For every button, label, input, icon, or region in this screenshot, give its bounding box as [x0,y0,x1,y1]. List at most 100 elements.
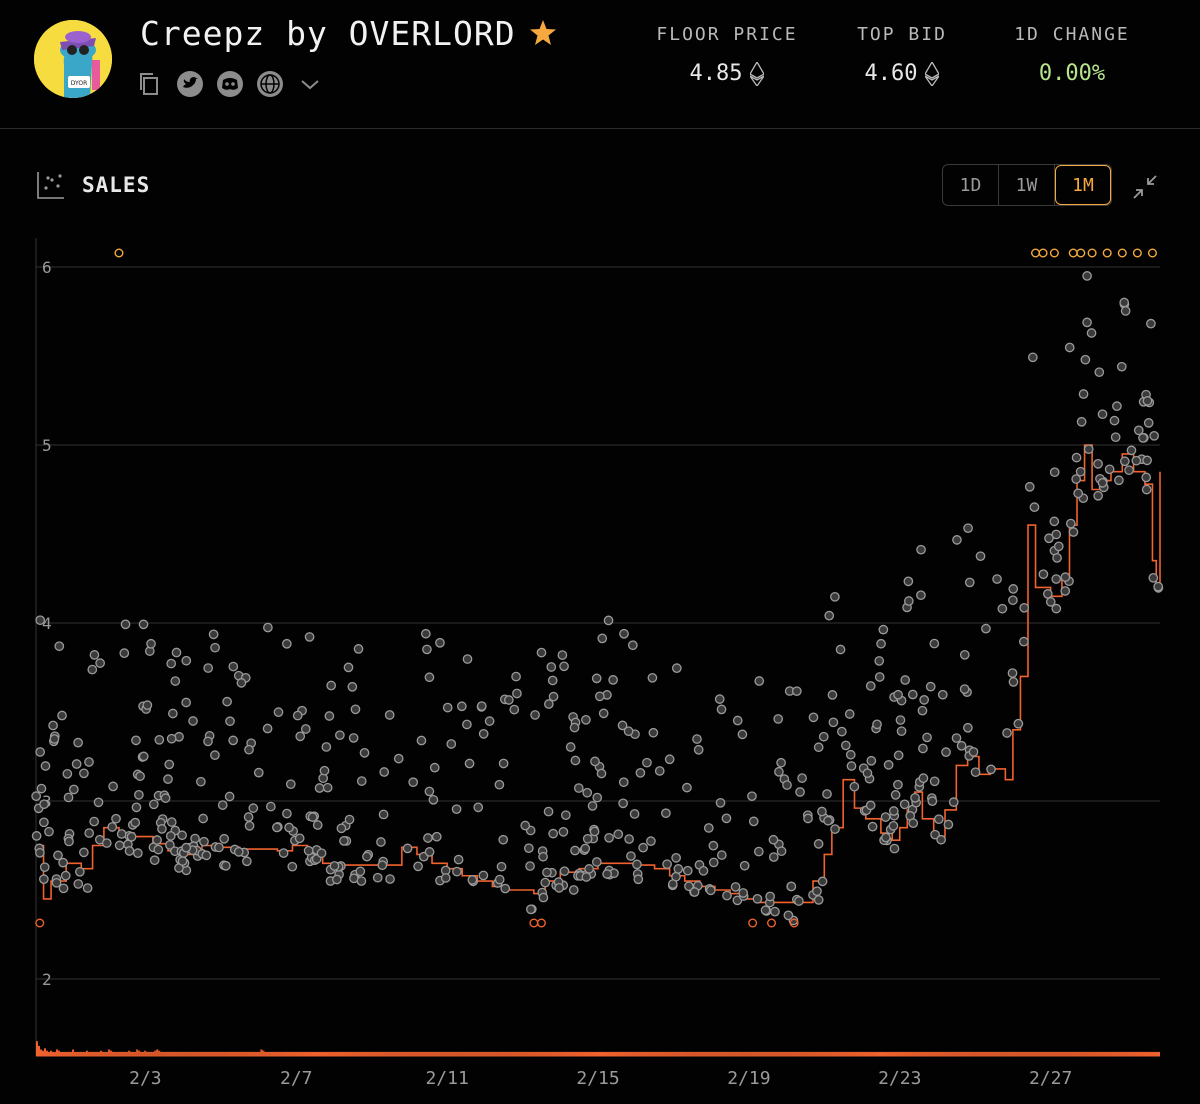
sale-point [795,787,805,797]
volume-bar [937,1051,940,1057]
volume-bar [412,1051,415,1057]
sale-point [523,843,534,854]
sale-point [916,544,926,555]
sale-point [917,705,928,716]
volume-bar [1037,1051,1040,1057]
sale-point [294,833,305,844]
volume-bar [200,1051,203,1057]
sale-point [69,784,79,795]
sale-point [111,813,121,824]
volume-bar [1101,1051,1104,1057]
sale-point [190,833,200,844]
volume-bar [166,1051,169,1057]
sale-point [635,767,646,778]
sale-point [376,837,386,847]
favorite-star-icon[interactable] [528,18,558,48]
sale-point [40,761,51,771]
sale-point [573,783,584,793]
x-tick-label: 2/3 [129,1068,162,1089]
sale-point [874,656,885,666]
volume-bar [452,1051,455,1057]
volume-bar [599,1051,602,1057]
sale-point [149,855,160,866]
chevron-down-icon[interactable] [296,70,324,98]
sale-point [329,861,340,871]
sale-point [671,663,682,674]
day-change-label: 1D CHANGE [1014,24,1130,45]
twitter-icon[interactable] [176,70,204,98]
volume-bar [909,1051,912,1057]
volume-bar [637,1051,640,1057]
volume-bar [496,1051,499,1057]
sale-point [287,861,298,872]
volume-bar [883,1051,886,1057]
volume-bar [64,1051,67,1057]
volume-bar [773,1051,776,1057]
sale-point [768,852,779,862]
sale-point [830,591,840,602]
collapse-icon[interactable] [1130,172,1160,202]
sale-point [896,726,907,737]
sale-point [737,729,748,740]
volume-bar [1139,1051,1142,1057]
sale-point [344,814,355,825]
sale-point [1080,354,1091,365]
collection-avatar[interactable]: DYOR [34,20,112,98]
volume-bar [733,1051,736,1057]
volume-bar [1157,1051,1161,1057]
volume-bar [156,1049,159,1057]
day-change-stat: 1D CHANGE 0.00% [1010,24,1134,86]
volume-bar [1007,1051,1010,1057]
volume-bar [1125,1051,1128,1057]
volume-bar [478,1051,481,1057]
sale-point [335,730,345,741]
globe-icon[interactable] [256,70,284,98]
volume-bar [272,1051,275,1057]
sale-point [347,681,358,692]
volume-bar [360,1051,363,1057]
sale-point [592,792,603,803]
volume-bar [997,1051,1000,1057]
outlier-low-point [767,918,777,928]
sale-point [682,865,693,876]
volume-bar [214,1051,217,1057]
range-1m-button[interactable]: 1M [1055,165,1111,205]
sale-point [596,768,607,779]
sale-point [997,603,1008,614]
sale-point [618,777,629,788]
sale-point [817,876,828,887]
volume-bar [250,1051,253,1057]
sale-point [1143,418,1154,428]
volume-bar [963,1051,966,1057]
volume-bar [164,1051,167,1057]
volume-bar [150,1051,153,1057]
copy-icon[interactable] [136,70,164,98]
volume-bar [476,1051,479,1057]
volume-bar [114,1051,117,1057]
sale-point [295,731,306,742]
sale-point [937,689,948,700]
sale-point [82,883,93,893]
discord-icon[interactable] [216,70,244,98]
range-1d-button[interactable]: 1D [943,165,999,205]
volume-bar [442,1051,445,1057]
volume-bar [106,1051,109,1057]
volume-bar [590,1051,593,1057]
volume-bar [761,1051,764,1057]
range-1w-button[interactable]: 1W [999,165,1055,205]
volume-bar [1061,1051,1064,1057]
volume-bar [959,1051,962,1057]
volume-bar [466,1051,469,1057]
sale-point [1148,572,1159,583]
volume-bar [771,1051,774,1057]
scatter-chart-icon [37,172,64,199]
sale-point [138,619,149,630]
sales-label: SALES [82,173,151,197]
sale-point [49,734,60,744]
y-tick-label: 6 [42,258,52,277]
sale-point [126,831,137,842]
volume-bar [1069,1051,1072,1057]
volume-bar [797,1051,800,1057]
volume-bar [793,1051,796,1057]
volume-bar [669,1051,672,1057]
